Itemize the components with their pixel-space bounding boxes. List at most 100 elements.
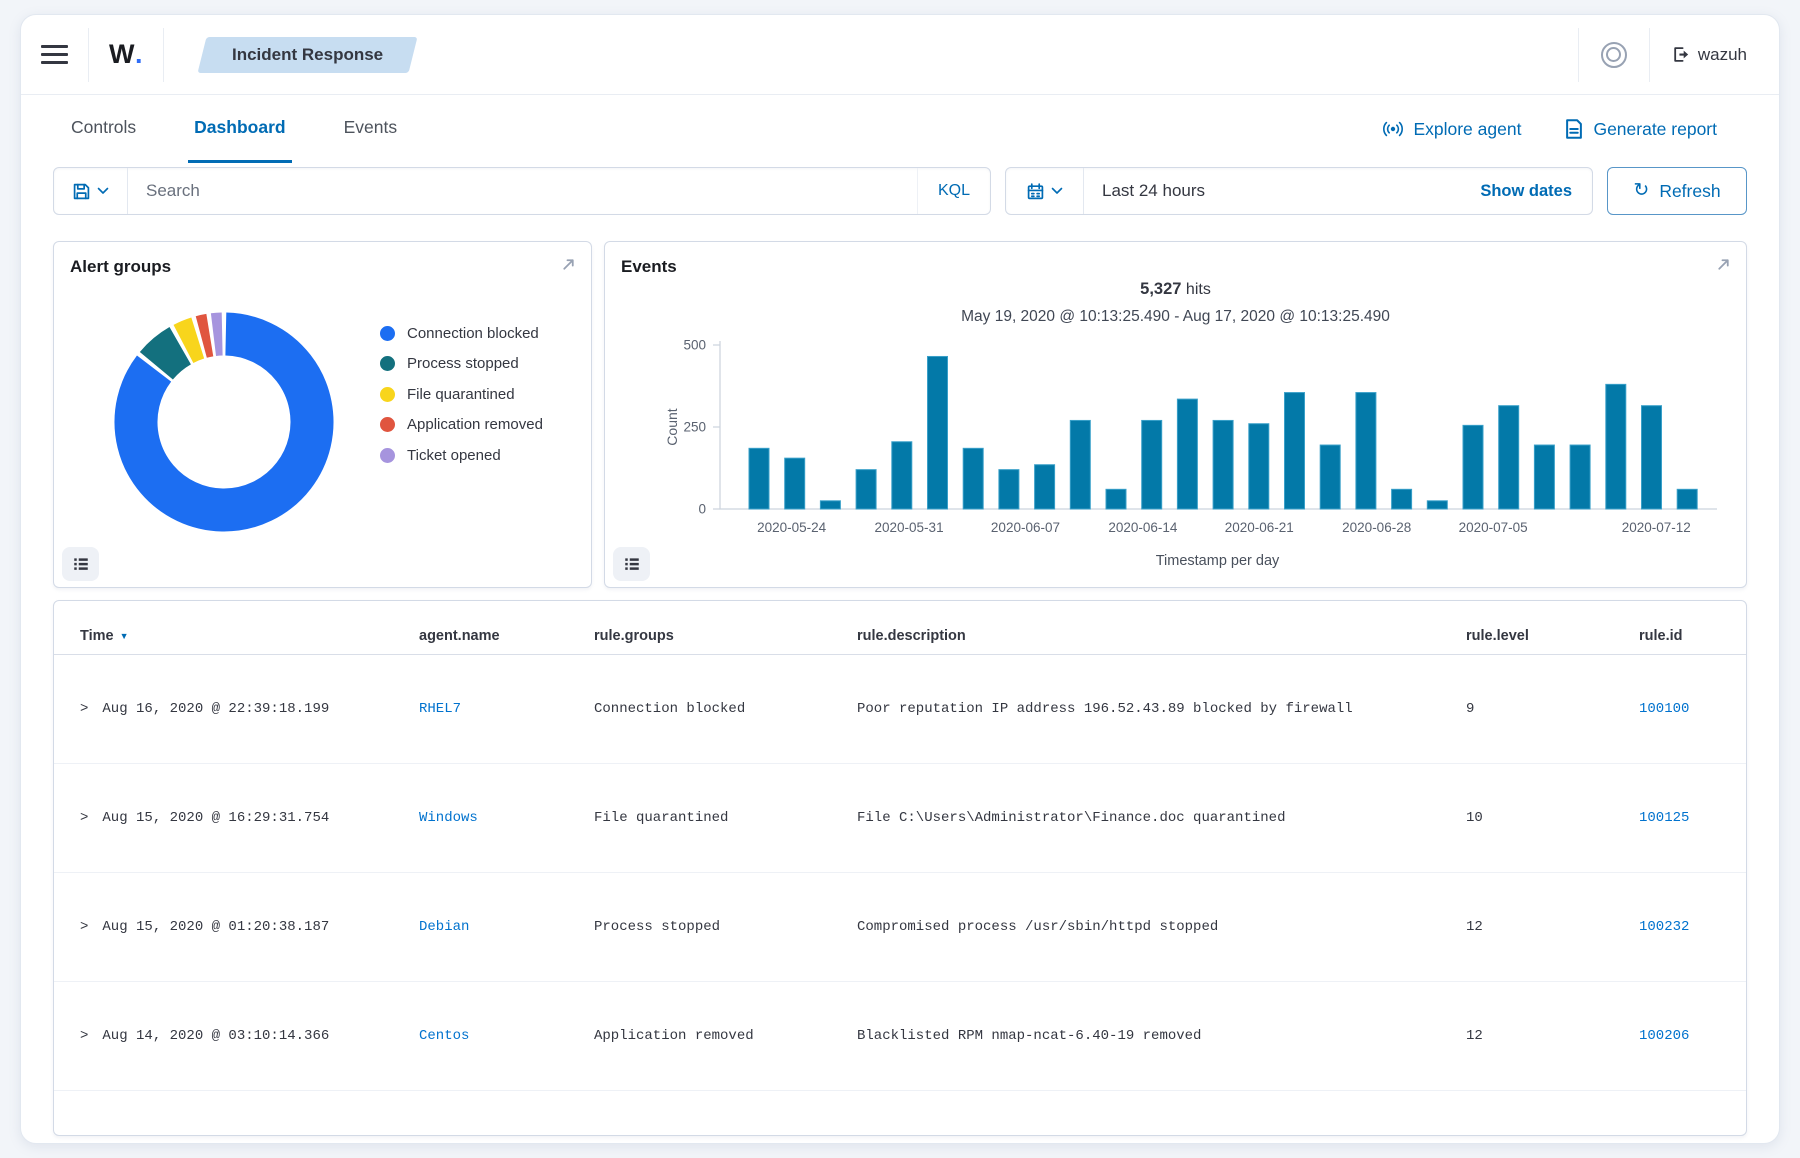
inspect-data-button[interactable] xyxy=(62,547,99,581)
logout-button[interactable]: wazuh xyxy=(1672,45,1747,65)
histogram-bar[interactable] xyxy=(1142,420,1162,509)
histogram-bar[interactable] xyxy=(892,442,912,509)
histogram-bar[interactable] xyxy=(1356,393,1376,509)
breadcrumb-incident-response[interactable]: Incident Response xyxy=(202,37,413,73)
table-row: >Aug 15, 2020 @ 01:20:38.187DebianProces… xyxy=(54,873,1746,982)
row-expand-chevron[interactable]: > xyxy=(80,810,88,826)
hits-count: 5,327 hits xyxy=(605,280,1746,299)
histogram-bar[interactable] xyxy=(999,470,1019,509)
agent-link[interactable]: RHEL7 xyxy=(419,701,461,717)
report-document-icon xyxy=(1565,119,1583,139)
histogram-bar[interactable] xyxy=(1499,406,1519,509)
inspect-list-icon xyxy=(72,555,90,573)
donut-slice-file-quarantined[interactable] xyxy=(183,338,197,344)
histogram-bar[interactable] xyxy=(1070,420,1090,509)
status-circle-icon[interactable] xyxy=(1601,42,1627,68)
row-expand-chevron[interactable]: > xyxy=(80,701,88,717)
show-dates-button[interactable]: Show dates xyxy=(1460,168,1592,214)
alert-groups-donut-chart[interactable] xyxy=(104,302,344,542)
events-histogram-chart[interactable]: 0250500Count2020-05-242020-05-312020-06-… xyxy=(605,334,1741,584)
rule-id-link[interactable]: 100125 xyxy=(1639,810,1689,826)
histogram-bar[interactable] xyxy=(1249,424,1269,509)
histogram-bar[interactable] xyxy=(1427,501,1447,509)
column-header-rule-description: rule.description xyxy=(831,628,1440,644)
menu-button[interactable] xyxy=(21,28,89,82)
cell-rule-description: Compromised process /usr/sbin/httpd stop… xyxy=(831,919,1440,935)
donut-slice-application-removed[interactable] xyxy=(201,335,210,337)
histogram-bar[interactable] xyxy=(1677,489,1697,509)
histogram-bar[interactable] xyxy=(1285,393,1305,509)
histogram-bar[interactable] xyxy=(1606,384,1626,509)
legend-item-file-quarantined[interactable]: File quarantined xyxy=(380,379,543,410)
inspect-data-button[interactable] xyxy=(613,547,650,581)
legend-item-connection-blocked[interactable]: Connection blocked xyxy=(380,318,543,349)
svg-text:2020-07-05: 2020-07-05 xyxy=(1459,520,1528,535)
tabs-row: Controls Dashboard Events Explore agent Ge… xyxy=(21,95,1779,163)
row-expand-chevron[interactable]: > xyxy=(80,1028,88,1044)
time-range-value[interactable]: Last 24 hours xyxy=(1084,168,1460,214)
expand-panel-button[interactable] xyxy=(560,256,577,278)
row-expand-chevron[interactable]: > xyxy=(80,919,88,935)
date-picker-field: Last 24 hours Show dates xyxy=(1005,167,1593,215)
tab-events[interactable]: Events xyxy=(338,95,404,163)
calendar-icon xyxy=(1027,183,1044,200)
histogram-bar[interactable] xyxy=(1642,406,1662,509)
search-input[interactable]: Search xyxy=(128,168,917,214)
histogram-bar[interactable] xyxy=(963,448,983,509)
legend-dot xyxy=(380,448,395,463)
histogram-bar[interactable] xyxy=(928,356,948,509)
histogram-bar[interactable] xyxy=(1570,445,1590,509)
sort-desc-icon: ▼ xyxy=(120,631,129,641)
legend-label: Process stopped xyxy=(407,355,519,372)
donut-slice-process-stopped[interactable] xyxy=(156,346,180,366)
histogram-bar[interactable] xyxy=(1463,425,1483,509)
rule-id-link[interactable]: 100100 xyxy=(1639,701,1689,717)
saved-queries-button[interactable] xyxy=(54,168,128,214)
legend-item-application-removed[interactable]: Application removed xyxy=(380,410,543,441)
histogram-bar[interactable] xyxy=(1534,445,1554,509)
histogram-bar[interactable] xyxy=(749,448,769,509)
alert-groups-panel: Alert groups Connection blockedProcess s… xyxy=(53,241,592,588)
save-query-icon xyxy=(73,183,90,200)
cell-rule-description: Blacklisted RPM nmap-ncat-6.40-19 remove… xyxy=(831,1028,1440,1044)
panel-title: Events xyxy=(621,257,677,277)
query-language-button[interactable]: KQL xyxy=(917,168,990,214)
table-header-row: Time▼agent.namerule.groupsrule.descripti… xyxy=(54,617,1746,655)
histogram-bar[interactable] xyxy=(1177,399,1197,509)
histogram-bar[interactable] xyxy=(785,458,805,509)
legend-item-ticket-opened[interactable]: Ticket opened xyxy=(380,440,543,471)
histogram-bar[interactable] xyxy=(1106,489,1126,509)
rule-id-link[interactable]: 100232 xyxy=(1639,919,1689,935)
agent-link[interactable]: Debian xyxy=(419,919,469,935)
svg-text:500: 500 xyxy=(683,338,706,353)
histogram-bar[interactable] xyxy=(1035,465,1055,509)
agent-link[interactable]: Centos xyxy=(419,1028,469,1044)
histogram-bar[interactable] xyxy=(856,470,876,509)
logout-icon xyxy=(1672,46,1689,63)
column-header-agent-name: agent.name xyxy=(393,628,568,644)
generate-report-button[interactable]: Generate report xyxy=(1565,119,1717,140)
histogram-bar[interactable] xyxy=(820,501,840,509)
alerts-table-panel: Time▼agent.namerule.groupsrule.descripti… xyxy=(53,600,1747,1136)
top-navbar: W. Incident Response wazuh xyxy=(21,15,1779,95)
refresh-button[interactable]: ↻ Refresh xyxy=(1607,167,1747,215)
logout-label: wazuh xyxy=(1698,45,1747,65)
cell-rule-groups: File quarantined xyxy=(568,810,831,826)
rule-id-link[interactable]: 100206 xyxy=(1639,1028,1689,1044)
histogram-bar[interactable] xyxy=(1213,420,1233,509)
expand-panel-button[interactable] xyxy=(1715,256,1732,278)
quick-select-time-button[interactable] xyxy=(1006,168,1084,214)
legend-label: Connection blocked xyxy=(407,325,539,342)
histogram-bar[interactable] xyxy=(1392,489,1412,509)
tab-controls[interactable]: Controls xyxy=(65,95,142,163)
column-header-rule-id: rule.id xyxy=(1613,628,1746,644)
wazuh-logo[interactable]: W. xyxy=(89,28,164,82)
tab-dashboard[interactable]: Dashboard xyxy=(188,95,291,163)
column-header-time[interactable]: Time▼ xyxy=(54,628,393,644)
explore-agent-button[interactable]: Explore agent xyxy=(1383,119,1521,140)
donut-slice-ticket-opened[interactable] xyxy=(213,334,222,335)
histogram-bar[interactable] xyxy=(1320,445,1340,509)
legend-item-process-stopped[interactable]: Process stopped xyxy=(380,349,543,380)
legend-dot xyxy=(380,326,395,341)
agent-link[interactable]: Windows xyxy=(419,810,478,826)
